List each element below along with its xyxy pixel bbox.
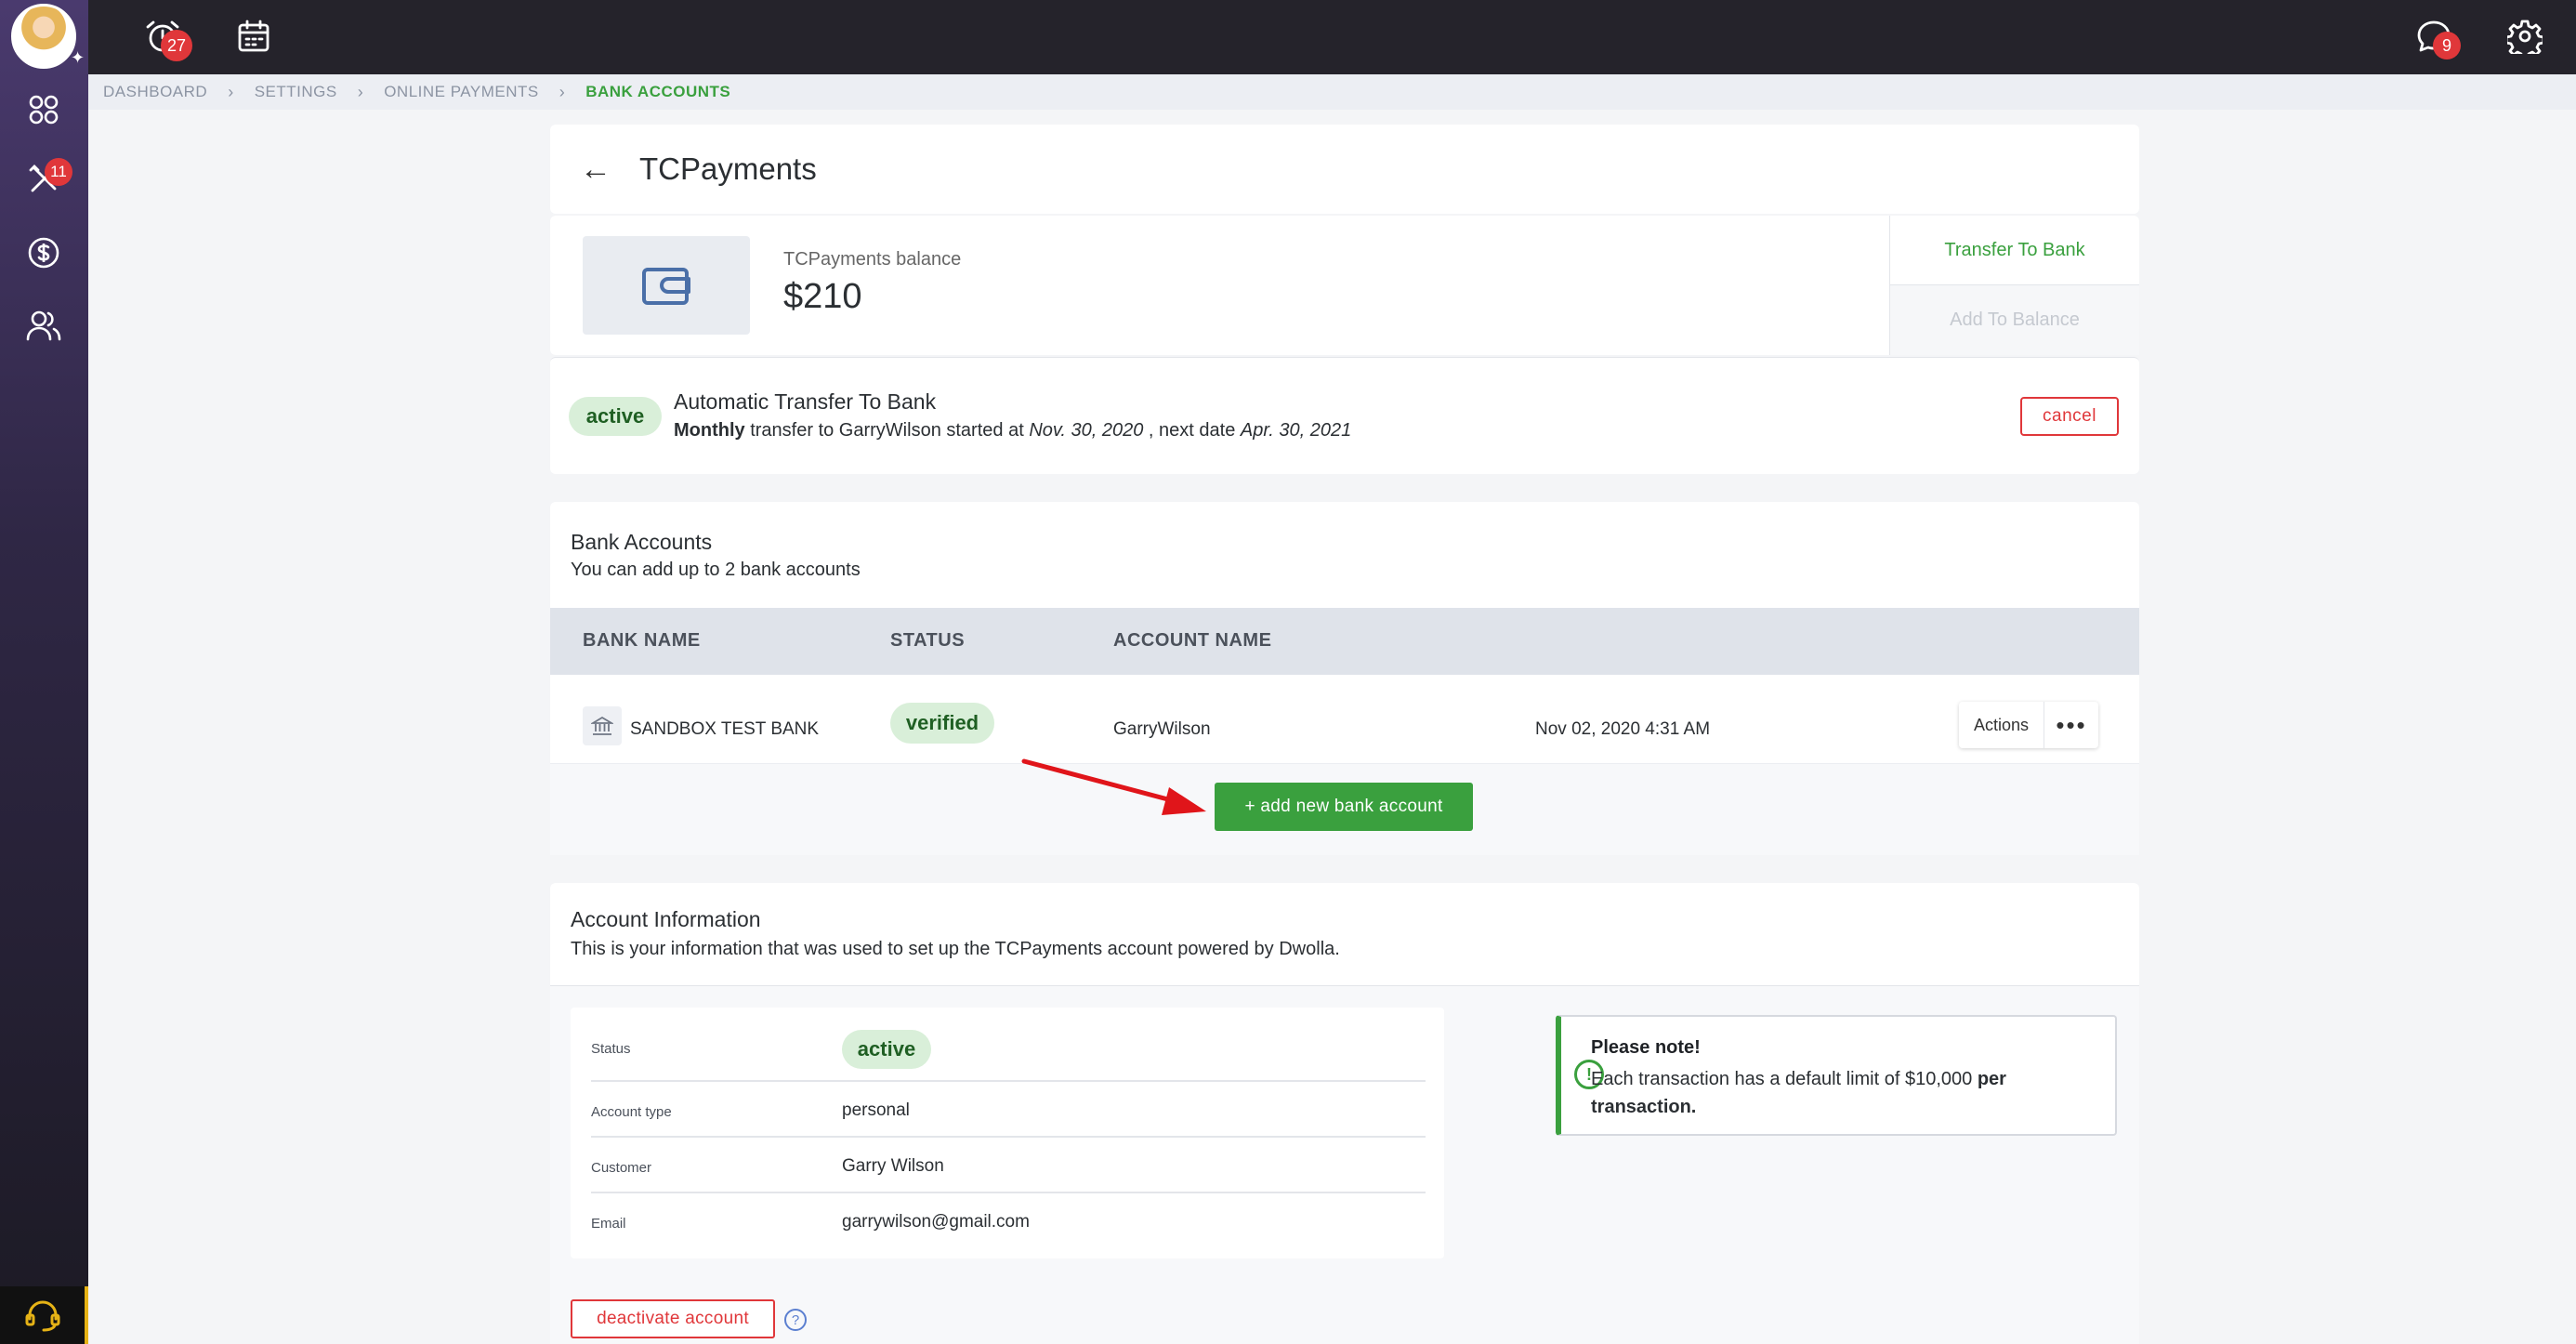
gear-icon[interactable] <box>2502 13 2548 59</box>
table-row: SANDBOX TEST BANK verified GarryWilson N… <box>550 675 2139 764</box>
breadcrumb: DASHBOARD › SETTINGS › ONLINE PAYMENTS ›… <box>88 74 2576 110</box>
bank-icon <box>583 706 622 745</box>
breadcrumb-dashboard[interactable]: DASHBOARD <box>103 83 207 101</box>
account-info-title: Account Information <box>571 907 761 931</box>
support-button[interactable] <box>0 1286 88 1344</box>
pin-icon: ✦ <box>71 48 85 67</box>
annotation-arrow-icon <box>1021 758 1206 815</box>
auto-transfer-start-date: Nov. 30, 2020 <box>1029 420 1144 441</box>
apps-icon[interactable] <box>20 86 67 133</box>
bank-accounts-subtitle: You can add up to 2 bank accounts <box>571 560 861 580</box>
alarm-badge: 27 <box>161 30 192 61</box>
breadcrumb-settings[interactable]: SETTINGS <box>255 83 337 101</box>
note-text-body: Each transaction has a default limit of … <box>1591 1069 1978 1089</box>
cancel-button[interactable]: cancel <box>2020 397 2119 436</box>
detail-row-customer: Customer Garry Wilson <box>591 1138 1426 1193</box>
detail-value: personal <box>842 1100 910 1120</box>
deactivate-account-button[interactable]: deactivate account <box>571 1299 775 1338</box>
back-arrow-icon[interactable]: ← <box>580 152 611 188</box>
auto-transfer-description: Monthly transfer to GarryWilson started … <box>674 420 1351 441</box>
detail-row-account-type: Account type personal <box>591 1082 1426 1138</box>
note-title: Please note! <box>1591 1037 1701 1058</box>
automatic-transfer-panel: active Automatic Transfer To Bank Monthl… <box>550 357 2139 474</box>
auto-transfer-text-next: , next date <box>1143 420 1241 441</box>
wallet-icon <box>583 236 750 335</box>
status-badge: active <box>569 397 662 436</box>
auto-transfer-next-date: Apr. 30, 2021 <box>1240 420 1352 441</box>
detail-row-email: Email garrywilson@gmail.com <box>591 1193 1426 1249</box>
actions-button[interactable]: Actions <box>1959 702 2044 748</box>
chevron-right-icon: › <box>228 82 234 101</box>
auto-transfer-text: transfer to GarryWilson started at <box>744 420 1030 441</box>
help-icon[interactable]: ? <box>784 1309 807 1331</box>
chevron-right-icon: › <box>559 82 566 101</box>
column-status: STATUS <box>890 630 966 651</box>
add-to-balance-button[interactable]: Add To Balance <box>1890 285 2139 355</box>
account-details-table: Status active Account type personal Cust… <box>571 1008 1444 1258</box>
balance-value: $210 <box>783 277 862 316</box>
note-text: Each transaction has a default limit of … <box>1591 1065 2093 1121</box>
top-bar: 27 9 <box>88 0 2576 74</box>
bank-accounts-title: Bank Accounts <box>571 530 713 554</box>
chevron-right-icon: › <box>357 82 364 101</box>
column-account-name: ACCOUNT NAME <box>1113 630 1272 651</box>
account-info-subtitle: This is your information that was used t… <box>571 939 1340 959</box>
detail-label: Email <box>591 1216 626 1232</box>
detail-value: garrywilson@gmail.com <box>842 1212 1030 1232</box>
sidebar: ✦ 11 <box>0 0 88 1344</box>
status-badge: verified <box>890 703 994 744</box>
page-title: TCPayments <box>639 152 817 186</box>
detail-label: Account type <box>591 1104 672 1120</box>
balance-label: TCPayments balance <box>783 249 962 270</box>
calendar-icon[interactable] <box>230 13 277 59</box>
table-header: BANK NAME STATUS ACCOUNT NAME <box>550 608 2139 675</box>
row-actions: Actions ••• <box>1959 702 2098 748</box>
account-information-panel: Account Information This is your informa… <box>550 883 2139 1344</box>
bank-name: SANDBOX TEST BANK <box>630 719 820 739</box>
detail-row-status: Status active <box>591 1008 1426 1082</box>
add-bank-area: + add new bank account <box>550 764 2139 855</box>
account-name: GarryWilson <box>1113 719 1211 739</box>
headset-icon <box>25 1300 59 1332</box>
column-bank-name: BANK NAME <box>583 630 701 651</box>
tools-badge: 11 <box>45 158 72 186</box>
page-header: ← TCPayments <box>550 125 2139 214</box>
more-options-icon[interactable]: ••• <box>2044 702 2098 748</box>
note-box: ! Please note! Each transaction has a de… <box>1556 1015 2117 1136</box>
breadcrumb-online-payments[interactable]: ONLINE PAYMENTS <box>384 83 539 101</box>
detail-label: Status <box>591 1041 631 1057</box>
users-icon[interactable] <box>20 302 67 349</box>
dollar-icon[interactable] <box>20 230 67 276</box>
auto-transfer-title: Automatic Transfer To Bank <box>674 389 937 414</box>
created-date: Nov 02, 2020 4:31 AM <box>1535 719 1711 739</box>
balance-actions: Transfer To Bank Add To Balance <box>1889 216 2139 355</box>
add-new-bank-account-button[interactable]: + add new bank account <box>1215 783 1473 831</box>
status-badge: active <box>842 1030 931 1069</box>
auto-transfer-frequency: Monthly <box>674 420 745 441</box>
bank-accounts-panel: Bank Accounts You can add up to 2 bank a… <box>550 502 2139 855</box>
breadcrumb-bank-accounts: BANK ACCOUNTS <box>585 83 731 100</box>
chat-badge: 9 <box>2433 32 2461 59</box>
detail-value: Garry Wilson <box>842 1156 944 1176</box>
transfer-to-bank-button[interactable]: Transfer To Bank <box>1890 216 2139 285</box>
user-avatar[interactable] <box>11 4 76 69</box>
balance-panel: TCPayments balance $210 Transfer To Bank… <box>550 216 2139 355</box>
detail-label: Customer <box>591 1160 652 1176</box>
